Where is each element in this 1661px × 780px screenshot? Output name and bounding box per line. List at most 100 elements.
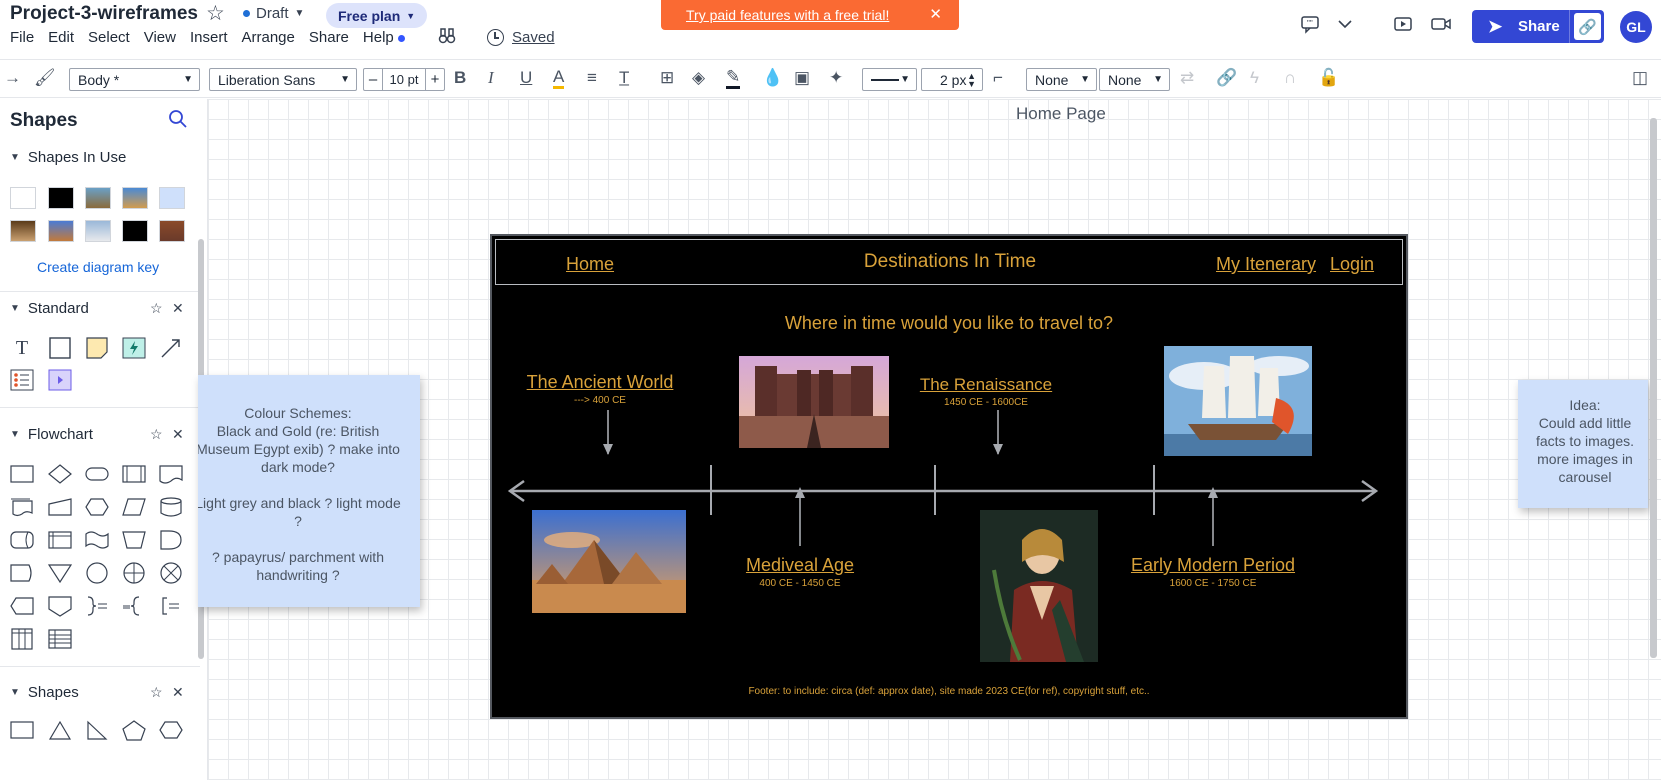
italic-button[interactable]: I — [488, 67, 494, 89]
text-style-select[interactable]: Body * ▼ — [69, 68, 200, 91]
homepage-wireframe[interactable]: Home Destinations In Time My Itenerary L… — [490, 234, 1408, 719]
shape-effects-icon[interactable]: ▣ — [794, 67, 810, 89]
section-flowchart[interactable]: ▼ Flowchart — [10, 426, 93, 443]
free-trial-link[interactable]: Try paid features with a free trial! — [686, 7, 889, 23]
shape-thumb-black-rectangle[interactable] — [122, 220, 148, 242]
text-color-button[interactable]: A — [553, 67, 565, 89]
magnet-icon[interactable]: ∩ — [1284, 67, 1296, 89]
increase-size-button[interactable]: + — [426, 69, 444, 90]
manual-input-shape-icon[interactable] — [48, 496, 72, 518]
share-button[interactable]: ➤ Share 🔗 — [1472, 10, 1604, 43]
off-page-link-shape-icon[interactable] — [10, 595, 34, 617]
list-shape-icon[interactable] — [10, 369, 34, 391]
annotation-double-brace-shape-icon[interactable] — [122, 595, 146, 617]
menu-arrange[interactable]: Arrange — [242, 29, 295, 46]
text-options-icon[interactable]: T̲ — [619, 67, 629, 89]
sailing-ship-image[interactable] — [1164, 346, 1312, 456]
menu-help[interactable]: Help — [363, 29, 405, 46]
menu-insert[interactable]: Insert — [190, 29, 228, 46]
annotation-brace-shape-icon[interactable] — [85, 595, 109, 617]
era-early-modern[interactable]: Early Modern Period 1600 CE - 1750 CE — [1118, 555, 1308, 589]
menu-edit[interactable]: Edit — [48, 29, 74, 46]
draft-status-dropdown[interactable]: Draft ▼ — [243, 5, 304, 22]
line-color-icon[interactable]: ✎ — [726, 67, 741, 89]
wire-nav-itinerary[interactable]: My Itenerary — [1216, 254, 1316, 275]
delay-shape-icon[interactable] — [159, 529, 183, 551]
multi-document-shape-icon[interactable] — [10, 496, 34, 518]
format-painter-icon[interactable]: 🖌 — [34, 67, 56, 89]
panel-toggle-icon[interactable]: ◫ — [1632, 67, 1648, 89]
right-triangle-shape-icon[interactable] — [85, 719, 109, 741]
summing-junction-shape-icon[interactable] — [159, 562, 183, 584]
opacity-icon[interactable]: 💧 — [762, 67, 783, 89]
annotation-bracket-shape-icon[interactable] — [159, 595, 183, 617]
shape-thumb-image[interactable] — [85, 187, 111, 209]
predefined-process-shape-icon[interactable] — [122, 463, 146, 485]
font-family-select[interactable]: Liberation Sans ▼ — [209, 68, 357, 91]
era-ancient-world[interactable]: The Ancient World ---> 400 CE — [520, 372, 680, 406]
menu-file[interactable]: File — [10, 29, 34, 46]
manual-operation-shape-icon[interactable] — [122, 529, 146, 551]
page-label[interactable]: Home Page — [1016, 104, 1106, 124]
comments-icon[interactable]: "" — [1300, 14, 1320, 40]
wire-tagline[interactable]: Where in time would you like to travel t… — [492, 313, 1406, 334]
shape-thumb-image[interactable] — [122, 187, 148, 209]
shape-thumb-image[interactable] — [85, 220, 111, 242]
present-icon[interactable] — [1393, 14, 1413, 40]
chevron-down-icon[interactable] — [1337, 16, 1353, 42]
renaissance-portrait-image[interactable] — [980, 510, 1098, 662]
line-shape-icon[interactable]: ⌐ — [993, 67, 1003, 89]
end-arrow-select[interactable]: None ▼ — [1099, 68, 1170, 91]
paper-tape-shape-icon[interactable] — [85, 529, 109, 551]
shape-thumb-rectangle[interactable] — [10, 187, 36, 209]
data-shape-icon[interactable] — [122, 496, 146, 518]
magic-wand-icon[interactable]: ✦ — [829, 67, 843, 89]
lightning-icon[interactable]: ϟ — [1250, 67, 1259, 89]
menu-view[interactable]: View — [144, 29, 176, 46]
free-trial-banner[interactable]: Try paid features with a free trial! ✕ — [661, 0, 959, 30]
section-standard[interactable]: ▼ Standard — [10, 300, 89, 317]
triangle-shape-icon[interactable] — [48, 719, 72, 741]
process-shape-icon[interactable] — [10, 463, 34, 485]
decision-shape-icon[interactable] — [48, 463, 72, 485]
link-icon[interactable]: 🔗 — [1216, 67, 1237, 89]
redo-icon[interactable]: → — [4, 67, 21, 89]
database-shape-icon[interactable] — [159, 496, 183, 518]
user-avatar[interactable]: GL — [1620, 11, 1652, 43]
off-page-reference-shape-icon[interactable] — [48, 595, 72, 617]
free-plan-button[interactable]: Free plan ▼ — [326, 3, 428, 28]
connector-circle-shape-icon[interactable] — [85, 562, 109, 584]
wire-footer[interactable]: Footer: to include: circa (def: approx d… — [492, 686, 1406, 697]
container-icon[interactable]: ⊞ — [660, 67, 674, 89]
fill-color-icon[interactable]: ◈ — [692, 67, 705, 89]
wireframe-navbar[interactable]: Home Destinations In Time My Itenerary L… — [495, 239, 1403, 285]
star-icon[interactable]: ☆ — [150, 300, 163, 317]
pentagon-shape-icon[interactable] — [122, 719, 146, 741]
copy-link-icon[interactable]: 🔗 — [1574, 13, 1601, 40]
section-shapes[interactable]: ▼ Shapes — [10, 684, 79, 701]
shape-thumb-image[interactable] — [48, 220, 74, 242]
action-shape-icon[interactable] — [122, 337, 146, 359]
terminator-shape-icon[interactable] — [85, 463, 109, 485]
start-arrow-select[interactable]: None ▼ — [1026, 68, 1097, 91]
or-shape-icon[interactable] — [122, 562, 146, 584]
underline-button[interactable]: U — [520, 67, 532, 89]
search-icon[interactable] — [168, 109, 188, 135]
close-icon[interactable]: ✕ — [172, 300, 184, 317]
table-shape-icon[interactable] — [48, 628, 72, 650]
sticky-note-colour-schemes[interactable]: Colour Schemes: Black and Gold (re: Brit… — [198, 375, 420, 607]
internal-storage-shape-icon[interactable] — [48, 529, 72, 551]
line-style-select[interactable]: ▼ — [862, 68, 917, 91]
era-renaissance[interactable]: The Renaissance 1450 CE - 1600CE — [916, 375, 1056, 408]
decrease-size-button[interactable]: – — [364, 69, 382, 90]
menu-share[interactable]: Share — [309, 29, 349, 46]
shape-thumb-image[interactable] — [159, 220, 185, 242]
shape-thumb-black-rectangle[interactable] — [48, 187, 74, 209]
castle-image[interactable] — [739, 356, 889, 448]
display-shape-icon[interactable] — [10, 562, 34, 584]
sticky-note-idea[interactable]: Idea: Could add little facts to images. … — [1518, 380, 1648, 508]
swap-arrows-icon[interactable]: ⇄ — [1180, 67, 1194, 89]
video-call-icon[interactable] — [1430, 14, 1452, 40]
document-title[interactable]: Project-3-wireframes — [10, 3, 198, 25]
font-size-value[interactable]: 10 pt — [382, 69, 426, 90]
